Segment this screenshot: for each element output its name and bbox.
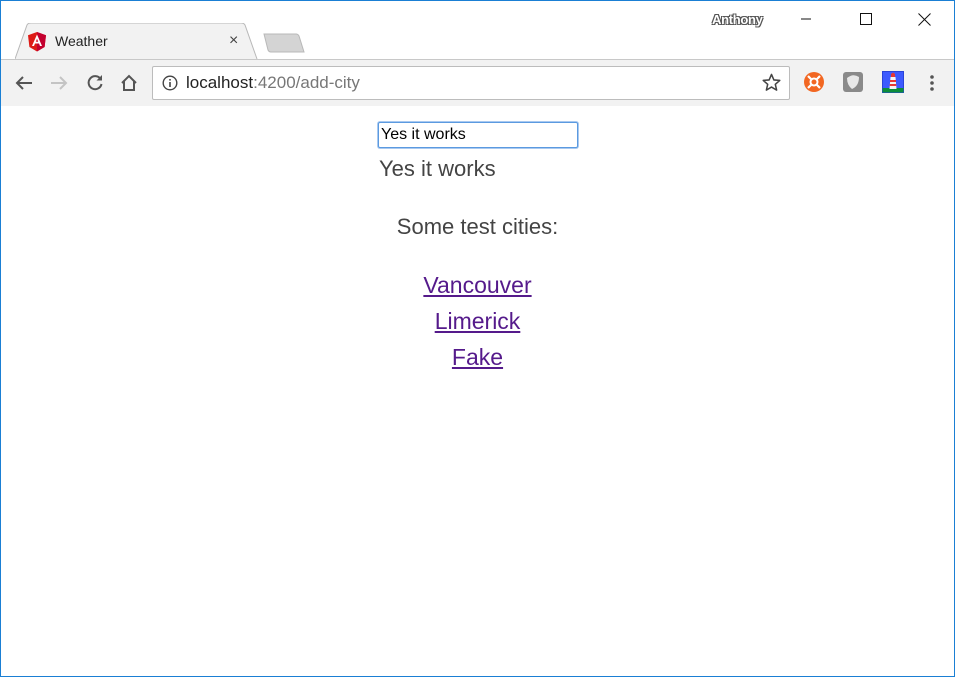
forward-button[interactable]: [47, 71, 71, 95]
city-input[interactable]: [378, 122, 578, 148]
maximize-icon: [860, 13, 872, 25]
reload-button[interactable]: [83, 71, 107, 95]
city-link-vancouver[interactable]: Vancouver: [423, 272, 531, 298]
close-icon: [917, 12, 931, 26]
orange-lifebuoy-extension-icon[interactable]: [803, 71, 825, 93]
tab-weather[interactable]: Weather ×: [15, 23, 258, 60]
city-link-fake[interactable]: Fake: [452, 344, 503, 370]
reload-icon: [87, 75, 103, 91]
home-button[interactable]: [117, 71, 141, 95]
maximize-button[interactable]: [843, 1, 889, 37]
more-vert-icon: [930, 75, 934, 91]
address-bar[interactable]: localhost:4200/add-city: [152, 66, 790, 100]
home-icon: [121, 74, 137, 91]
bookmark-star-icon[interactable]: [762, 73, 781, 92]
minimize-button[interactable]: [783, 1, 829, 37]
browser-toolbar: localhost:4200/add-city: [1, 59, 954, 107]
close-window-button[interactable]: [901, 1, 947, 37]
title-bar: Weather × Anthony: [1, 1, 954, 60]
profile-name[interactable]: Anthony: [712, 12, 763, 27]
echo-text: Yes it works: [379, 156, 496, 181]
tab-title: Weather: [55, 33, 108, 49]
city-link-limerick[interactable]: Limerick: [435, 308, 521, 334]
arrow-right-icon: [51, 76, 68, 90]
back-button[interactable]: [12, 71, 36, 95]
chrome-menu-button[interactable]: [920, 71, 944, 95]
lighthouse-extension-icon[interactable]: [882, 71, 904, 93]
url-path: :4200/add-city: [253, 73, 360, 92]
url-host: localhost: [186, 73, 254, 92]
page-content: Yes it works Some test cities: Vancouver…: [1, 106, 954, 676]
new-tab-button[interactable]: [263, 33, 305, 53]
info-icon[interactable]: [162, 75, 178, 91]
test-cities-heading: Some test cities:: [396, 214, 559, 239]
minimize-icon: [801, 18, 811, 20]
gray-shield-extension-icon[interactable]: [842, 71, 864, 93]
url-text[interactable]: localhost:4200/add-city: [186, 73, 360, 93]
browser-window: Weather × Anthony localhost:4200/add-cit…: [0, 0, 955, 677]
angular-icon: [28, 32, 46, 52]
tab-close-icon[interactable]: ×: [229, 32, 238, 50]
arrow-left-icon: [15, 76, 32, 90]
